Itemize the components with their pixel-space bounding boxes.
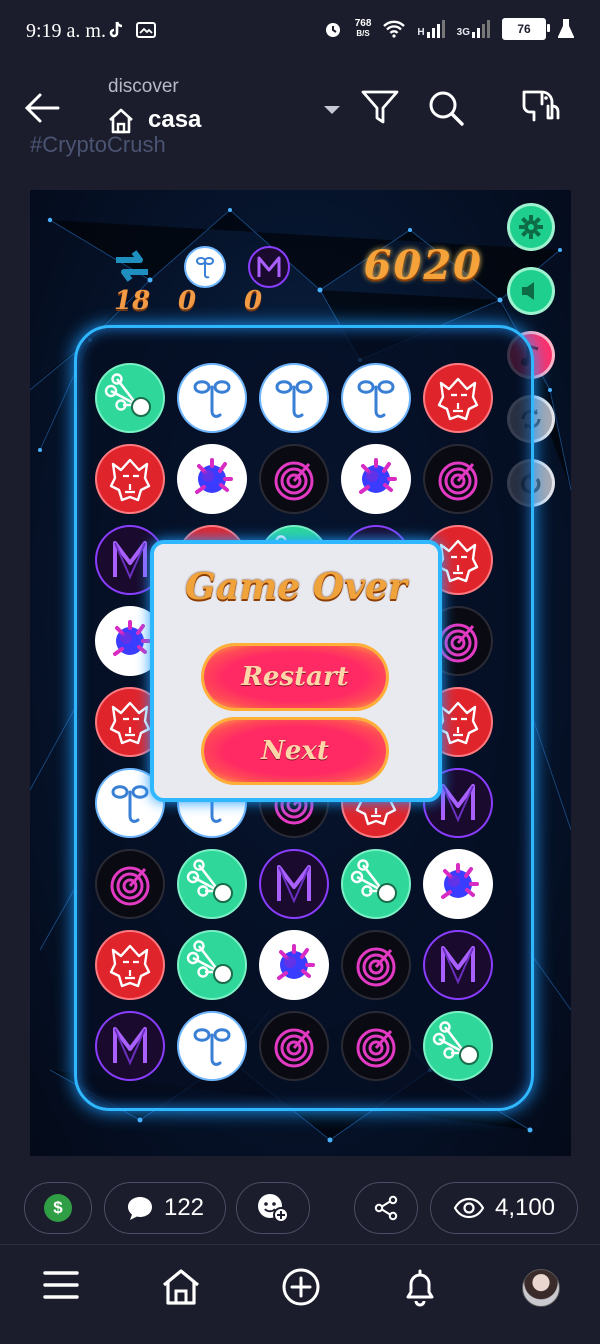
tile-node-icon[interactable] xyxy=(343,851,409,917)
tile-splash-icon[interactable] xyxy=(179,446,245,512)
tile-mark-icon[interactable] xyxy=(97,1013,163,1079)
tiktok-icon xyxy=(109,21,123,38)
mark-counter: 0 xyxy=(244,286,263,316)
move-counter: 18 xyxy=(114,286,151,316)
avatar[interactable] xyxy=(522,1269,560,1307)
next-button[interactable]: Next xyxy=(204,720,386,782)
tile-loop-icon[interactable] xyxy=(261,365,327,431)
tile-target-icon[interactable] xyxy=(261,1013,327,1079)
net-speed: 768 B/S xyxy=(354,18,372,39)
tile-target-icon[interactable] xyxy=(261,446,327,512)
filter-icon[interactable] xyxy=(360,88,400,126)
home-nav-icon[interactable] xyxy=(160,1267,202,1307)
tile-lion-icon[interactable] xyxy=(97,446,163,512)
speaker-icon xyxy=(522,282,534,300)
tile-loop-icon[interactable] xyxy=(343,365,409,431)
tile-node-icon[interactable] xyxy=(97,365,163,431)
settings-button[interactable] xyxy=(510,206,552,248)
signal-1-icon: H xyxy=(417,20,445,38)
comment-count: 122 xyxy=(163,1194,205,1221)
tile-target-icon[interactable] xyxy=(425,446,491,512)
signal-2-icon: 3G xyxy=(457,20,490,38)
view-count: 4,100 xyxy=(494,1194,556,1221)
react-button[interactable] xyxy=(236,1182,310,1234)
battery-icon: 76 xyxy=(502,18,550,40)
wifi-icon xyxy=(383,20,406,38)
swap-arrows-icon xyxy=(116,250,148,282)
tile-mark-icon[interactable] xyxy=(425,932,491,998)
status-time: 9:19 a. m. xyxy=(26,20,106,42)
share-button[interactable] xyxy=(354,1182,418,1234)
tile-lion-icon[interactable] xyxy=(97,932,163,998)
tile-splash-icon[interactable] xyxy=(261,932,327,998)
comments-button[interactable]: 122 xyxy=(104,1182,226,1234)
tile-node-icon[interactable] xyxy=(425,1013,491,1079)
tip-button[interactable]: $ xyxy=(24,1182,92,1234)
tile-lion-icon[interactable] xyxy=(425,365,491,431)
tile-target-icon[interactable] xyxy=(343,1013,409,1079)
dollar-icon: $ xyxy=(44,1194,72,1222)
bell-icon[interactable] xyxy=(402,1267,438,1307)
sound-button[interactable] xyxy=(510,270,552,312)
tile-node-icon[interactable] xyxy=(179,851,245,917)
tile-splash-icon[interactable] xyxy=(343,446,409,512)
share-icon xyxy=(374,1195,398,1221)
tile-mark-icon[interactable] xyxy=(261,851,327,917)
game-over-dialog: Game Over Restart Next xyxy=(150,540,442,802)
emoji-add-icon xyxy=(258,1194,289,1223)
restart-button[interactable]: Restart xyxy=(204,646,386,708)
header-subtitle: discover xyxy=(108,76,179,97)
loop-counter: 0 xyxy=(178,286,197,316)
tile-node-icon[interactable] xyxy=(179,932,245,998)
header-title[interactable]: casa xyxy=(148,106,201,134)
post-actions: $ 122 4,100 xyxy=(0,1180,600,1238)
elephant-icon[interactable] xyxy=(518,86,562,126)
gallery-icon xyxy=(136,22,156,38)
alarm-icon xyxy=(325,23,340,37)
tile-target-icon[interactable] xyxy=(343,932,409,998)
views-counter: 4,100 xyxy=(430,1182,578,1234)
mark-coin-icon xyxy=(248,246,290,288)
menu-icon[interactable] xyxy=(42,1267,80,1303)
status-bar: 9:19 a. m. 768 B/S H 3G 76 xyxy=(0,0,600,64)
gear-icon xyxy=(519,215,543,239)
tile-splash-icon[interactable] xyxy=(425,851,491,917)
tile-loop-icon[interactable] xyxy=(179,1013,245,1079)
add-icon[interactable] xyxy=(281,1267,321,1307)
lab-flask-icon xyxy=(558,19,574,38)
loop-coin-icon xyxy=(184,246,226,288)
bottom-navigation xyxy=(0,1244,600,1344)
game-over-title: Game Over xyxy=(185,566,407,608)
post-title-behind: #CryptoCrush xyxy=(30,132,166,157)
back-arrow-icon[interactable] xyxy=(22,88,62,128)
eye-icon xyxy=(453,1197,485,1219)
tile-target-icon[interactable] xyxy=(97,851,163,917)
tile-loop-icon[interactable] xyxy=(179,365,245,431)
search-icon[interactable] xyxy=(426,88,466,128)
score: 6020 xyxy=(363,242,483,289)
chevron-down-icon[interactable] xyxy=(322,104,342,116)
comment-bubble-icon xyxy=(127,1197,152,1220)
